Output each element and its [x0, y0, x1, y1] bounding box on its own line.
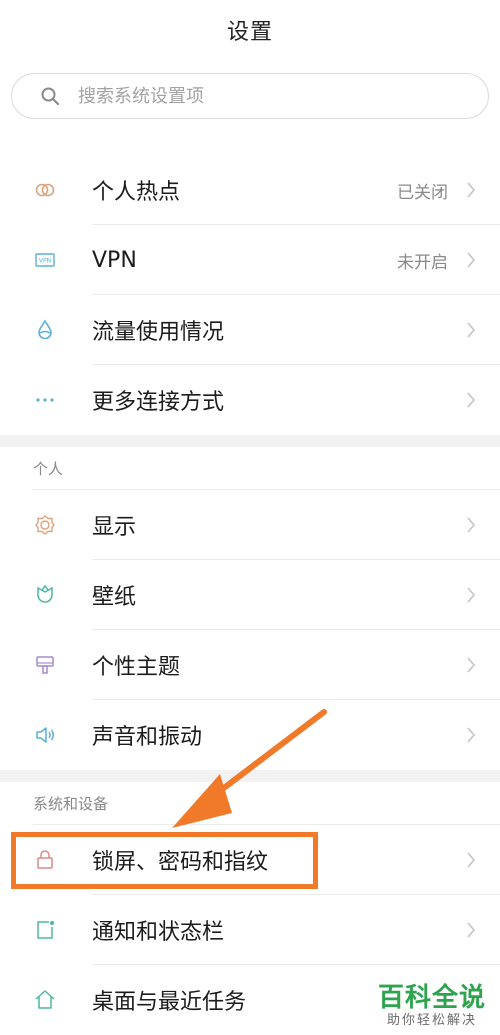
sound-speaker-icon [33, 723, 57, 747]
section-title: 个人 [33, 460, 64, 478]
settings-item-label: 流量使用情况 [92, 320, 225, 345]
wallpaper-tulip-icon [33, 583, 57, 607]
settings-item-label: VPN [92, 247, 137, 273]
vpn-icon: VPN [33, 248, 57, 272]
section-title: 系统和设备 [33, 795, 109, 813]
watermark-tagline: 助你轻松解决 [386, 1013, 477, 1028]
search-input[interactable] [76, 84, 440, 108]
settings-item-hotspot[interactable]: 个人热点 已关闭 [0, 155, 500, 225]
settings-item-vpn[interactable]: VPN VPN 未开启 [0, 225, 500, 295]
settings-item-label: 个人热点 [92, 180, 181, 205]
settings-item-label: 显示 [92, 515, 137, 540]
settings-item-more-connections[interactable]: 更多连接方式 [0, 365, 500, 435]
settings-item-label: 个性主题 [92, 655, 181, 680]
vpn-icon-text: VPN [39, 258, 51, 265]
section-separator [0, 770, 500, 782]
settings-item-status: 已关闭 [397, 182, 448, 203]
settings-item-notifications[interactable]: 通知和状态栏 [0, 895, 500, 965]
chevron-right-icon [464, 320, 478, 340]
settings-item-label: 更多连接方式 [92, 390, 225, 415]
chevron-right-icon [464, 515, 478, 535]
more-dots-icon [33, 388, 57, 412]
chevron-right-icon [464, 655, 478, 675]
display-sun-icon [33, 513, 57, 537]
section-separator [0, 435, 500, 447]
network-settings-list: 个人热点 已关闭 VPN VPN 未开启 流量使用情况 更多连接方式 个人 显示… [0, 155, 500, 1035]
home-icon [33, 988, 57, 1012]
search-icon [40, 86, 60, 106]
lock-icon [33, 848, 57, 872]
page-title: 设置 [226, 20, 273, 45]
chevron-right-icon [464, 725, 478, 745]
settings-item-sound[interactable]: 声音和振动 [0, 700, 500, 770]
settings-item-label: 壁纸 [92, 585, 137, 610]
section-header-system: 系统和设备 [0, 782, 500, 825]
data-usage-icon [33, 318, 57, 342]
chevron-right-icon [464, 390, 478, 410]
chevron-right-icon [464, 585, 478, 605]
settings-item-data-usage[interactable]: 流量使用情况 [0, 295, 500, 365]
chevron-right-icon [464, 920, 478, 940]
search-bar[interactable] [11, 73, 489, 119]
settings-item-theme[interactable]: 个性主题 [0, 630, 500, 700]
settings-item-label: 锁屏、密码和指纹 [92, 850, 269, 875]
watermark-text: 百科全说 [377, 983, 486, 1013]
title-bar: 设置 [0, 0, 500, 60]
settings-item-label: 桌面与最近任务 [92, 990, 247, 1015]
settings-item-label: 声音和振动 [92, 725, 203, 750]
chevron-right-icon [464, 850, 478, 870]
chevron-right-icon [464, 180, 478, 200]
theme-brush-icon [33, 653, 57, 677]
chevron-right-icon [464, 250, 478, 270]
hotspot-icon [33, 178, 57, 202]
section-header-personal: 个人 [0, 447, 500, 490]
watermark-logo: 百科全说 助你轻松解决 [378, 983, 486, 1029]
notification-icon [33, 918, 57, 942]
settings-item-display[interactable]: 显示 [0, 490, 500, 560]
settings-item-status: 未开启 [397, 252, 448, 273]
settings-item-lock-screen[interactable]: 锁屏、密码和指纹 [0, 825, 500, 895]
settings-item-label: 通知和状态栏 [92, 920, 225, 945]
settings-item-wallpaper[interactable]: 壁纸 [0, 560, 500, 630]
